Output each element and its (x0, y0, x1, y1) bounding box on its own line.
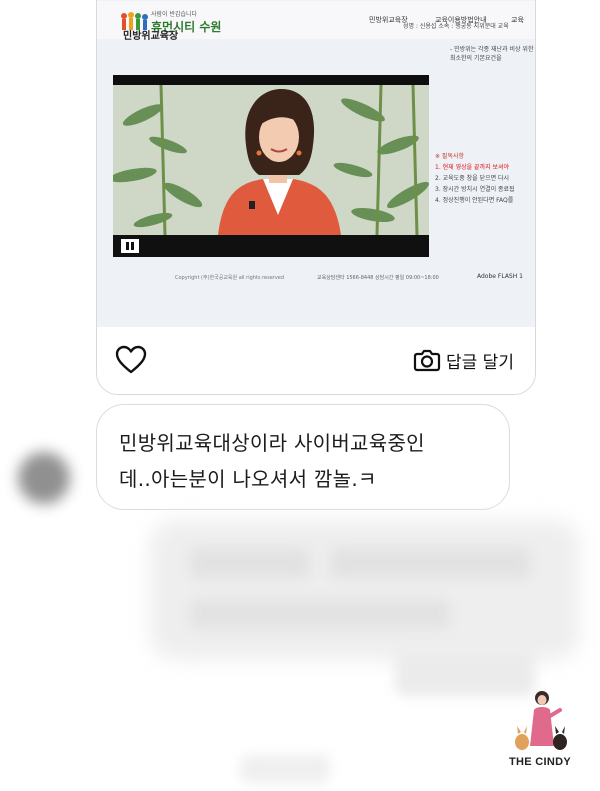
watermark: THE CINDY (498, 686, 582, 776)
notice-item: 1. 현재 영상을 끝까지 보셔야 (435, 164, 510, 171)
blurred-text (190, 548, 310, 578)
message-line: 민방위교육대상이라 사이버교육중인 (119, 431, 425, 455)
notice-item: 4. 정상진행이 안된다면 FAQ를 (435, 197, 514, 204)
shared-photo[interactable]: 사람이 반갑습니다 휴먼시티 수원 민방위교육장 교육이용방법안내 교육 민방위… (97, 0, 535, 327)
avatar[interactable] (18, 452, 70, 504)
nav-item-education: 교육 (511, 16, 524, 24)
notice-box: ※ 필독사항 1. 현재 영상을 끝까지 보셔야 2. 교육도중 창을 닫으면 … (435, 151, 535, 206)
card-action-bar: 답글 달기 (97, 327, 535, 394)
video-player (113, 75, 429, 257)
notice-title: ※ 필독사항 (435, 153, 465, 160)
blurred-message (150, 520, 580, 660)
page-heading: 민방위교육장 (123, 31, 179, 42)
footer-contact: 교육상담센타 1566-8448 상담시간 평일 09:00~18:00 (317, 275, 439, 281)
blurred-text (330, 548, 530, 578)
heart-outline-icon[interactable] (115, 345, 147, 375)
message-line: 데..아는분이 나오셔서 깜놀.ㅋ (119, 467, 377, 491)
reply-button[interactable]: 답글 달기 (413, 343, 514, 377)
pause-icon[interactable] (121, 239, 139, 253)
footer-copyright: Copyright (주)한국공교육원 all rights reserved (175, 275, 285, 281)
camera-icon (413, 349, 441, 372)
blurred-message (240, 755, 330, 783)
blurred-text (190, 600, 450, 628)
video-frame (113, 75, 429, 257)
footer-flash: Adobe FLASH 1 (477, 273, 523, 280)
photo-message-card[interactable]: 사람이 반갑습니다 휴먼시티 수원 민방위교육장 교육이용방법안내 교육 민방위… (96, 0, 536, 395)
cindy-logo-icon (515, 691, 567, 750)
nav-item-education-room: 민방위교육장 (369, 16, 408, 24)
reply-label: 답글 달기 (446, 352, 514, 373)
user-meta: 성명 : 신용섭 소속 : 행궁동 지위분대 교육 (403, 23, 509, 30)
watermark-text: THE CINDY (509, 756, 571, 768)
notice-item: 2. 교육도중 창을 닫으면 다시 (435, 175, 510, 182)
logo-slogan: 사람이 반갑습니다 (151, 11, 198, 18)
side-note: - 민방위는 각종 재난과 비상 위한 최소한의 기본요건을 (450, 46, 534, 62)
message-bubble[interactable]: 민방위교육대상이라 사이버교육중인 데..아는분이 나오셔서 깜놀.ㅋ (96, 404, 510, 510)
notice-item: 3. 장시간 방치시 연결이 종료됩 (435, 186, 515, 193)
